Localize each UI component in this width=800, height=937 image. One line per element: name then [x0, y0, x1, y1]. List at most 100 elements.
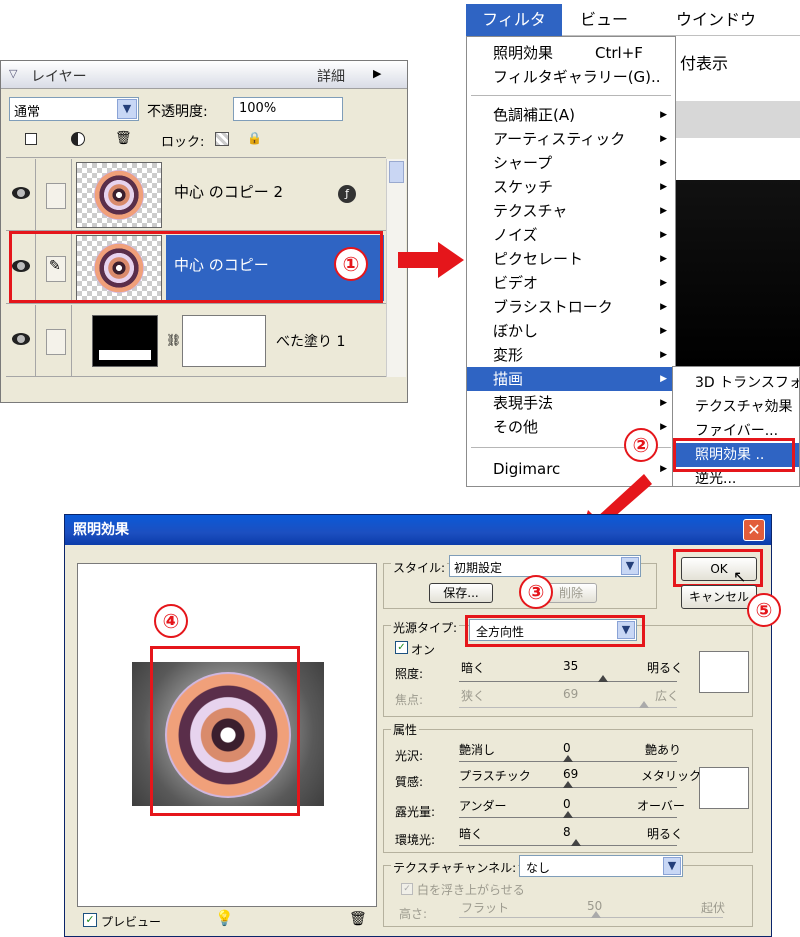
menu-item-artistic[interactable]: アーティスティック ▶	[467, 127, 675, 151]
detail-menu-label[interactable]: 詳細	[317, 66, 345, 86]
texture-channel-value: なし	[526, 861, 551, 875]
menu-filter[interactable]: フィルタ	[466, 4, 562, 36]
shortcut-text: Ctrl+F	[595, 44, 643, 62]
focus-slider-thumb[interactable]	[639, 701, 649, 708]
ambience-slider-track[interactable]	[459, 845, 677, 846]
menu-view[interactable]: ビュー	[580, 4, 628, 36]
layer-style-icon[interactable]: ƒ	[338, 185, 356, 203]
exposure-label: 露光量:	[395, 805, 436, 819]
dialog-titlebar[interactable]: 照明効果	[65, 515, 771, 545]
material-slider-thumb[interactable]	[563, 781, 573, 788]
menu-item-noise[interactable]: ノイズ ▶	[467, 223, 675, 247]
menu-item-last-filter[interactable]: 照明効果 Ctrl+F	[467, 41, 675, 65]
menu-item-stylize[interactable]: 表現手法 ▶	[467, 391, 675, 415]
highlight-lighting-effects	[673, 438, 795, 472]
panel-menu-arrow-icon[interactable]: ▶	[373, 67, 381, 80]
material-max: メタリック	[641, 769, 702, 783]
light-on-checkbox[interactable]: ✓	[395, 641, 408, 654]
submenu-arrow-icon: ▶	[660, 254, 667, 264]
texture-channel-select[interactable]: なし ▼	[519, 855, 683, 877]
opacity-input[interactable]: 100%	[233, 97, 343, 121]
menubar: フィルタ ビュー ウインドウ	[466, 0, 800, 36]
gloss-min: 艶消し	[459, 743, 496, 757]
visibility-eye-icon[interactable]	[6, 305, 36, 377]
menu-item-texture[interactable]: テクスチャ ▶	[467, 199, 675, 223]
menu-item-blur[interactable]: ぼかし ▶	[467, 319, 675, 343]
close-icon[interactable]: ✕	[743, 519, 765, 541]
submenu-arrow-icon: ▶	[660, 110, 667, 120]
submenu-arrow-icon: ▶	[660, 302, 667, 312]
chevron-down-icon[interactable]: ▼	[117, 99, 137, 119]
white-high-checkbox[interactable]: ✓	[401, 883, 413, 895]
material-value: 69	[563, 767, 579, 781]
style-select[interactable]: 初期設定 ▼	[449, 555, 641, 577]
intensity-slider-thumb[interactable]	[598, 675, 608, 682]
filter-menu: 照明効果 Ctrl+F フィルタギャラリー(G).. 色調補正(A) ▶ アーティ…	[466, 36, 676, 487]
light-on-label: オン	[411, 643, 436, 657]
menu-item-filter-gallery[interactable]: フィルタギャラリー(G)..	[467, 65, 675, 89]
layer-name[interactable]: べた塗り 1	[276, 331, 345, 351]
link-cell[interactable]	[38, 305, 72, 377]
gloss-slider-thumb[interactable]	[563, 755, 573, 762]
exposure-slider-thumb[interactable]	[563, 811, 573, 818]
mask-link-icon[interactable]: ⛓	[166, 333, 181, 347]
lightbulb-icon[interactable]: 💡	[215, 909, 234, 927]
menu-item-pixelate[interactable]: ピクセレート ▶	[467, 247, 675, 271]
lock-icon[interactable]: 🔒	[247, 131, 262, 145]
height-slider-thumb[interactable]	[591, 911, 601, 918]
adjustment-layer-icon[interactable]	[71, 132, 85, 146]
mask-thumbnail	[182, 315, 266, 367]
submenu-arrow-icon: ▶	[660, 134, 667, 144]
new-layer-icon[interactable]	[25, 133, 37, 145]
submenu-arrow-icon: ▶	[660, 206, 667, 216]
layers-panel-titlebar[interactable]: ▽ レイヤー 詳細 ▶	[1, 61, 407, 89]
properties-label: 属性	[391, 721, 420, 738]
cancel-button[interactable]: キャンセル	[681, 585, 757, 609]
layer-row-fill[interactable]: ⛓ べた塗り 1	[6, 305, 404, 377]
material-color-swatch[interactable]	[699, 767, 749, 809]
scroll-up-arrow[interactable]	[389, 161, 404, 183]
blend-mode-value: 通常	[14, 105, 41, 120]
highlight-active-layer	[9, 231, 383, 303]
intensity-label: 照度:	[395, 667, 424, 681]
chevron-down-icon[interactable]: ▼	[663, 857, 681, 875]
submenu-item-3d-transform[interactable]: 3D トランスフォ	[673, 371, 799, 395]
menu-window[interactable]: ウインドウ	[676, 4, 756, 36]
menu-item-distort[interactable]: 変形 ▶	[467, 343, 675, 367]
submenu-arrow-icon: ▶	[660, 182, 667, 192]
focus-label: 焦点:	[395, 693, 424, 707]
opacity-label: 不透明度:	[147, 104, 208, 120]
exposure-max: オーバー	[637, 799, 685, 813]
light-type-label: 光源タイプ:	[391, 619, 460, 636]
intensity-slider-track[interactable]	[459, 681, 677, 682]
menu-item-sketch[interactable]: スケッチ ▶	[467, 175, 675, 199]
submenu-arrow-icon: ▶	[660, 422, 667, 432]
collapse-icon[interactable]: ▽	[9, 67, 17, 80]
ambience-value: 8	[563, 825, 571, 839]
menu-item-adjustments[interactable]: 色調補正(A) ▶	[467, 103, 675, 127]
menu-item-sharpen[interactable]: シャープ ▶	[467, 151, 675, 175]
ambience-min: 暗く	[459, 827, 484, 841]
ambience-slider-thumb[interactable]	[571, 839, 581, 846]
trash-icon[interactable]: 🗑	[349, 911, 367, 927]
preview-checkbox[interactable]: ✓	[83, 913, 97, 927]
link-cell[interactable]	[38, 159, 72, 231]
menu-item-render[interactable]: 描画 ▶	[467, 367, 675, 391]
fill-thumbnail	[92, 315, 158, 367]
lock-label: ロック:	[161, 135, 205, 150]
visibility-eye-icon[interactable]	[6, 159, 36, 231]
lock-transparency-icon[interactable]	[215, 132, 229, 146]
blend-mode-select[interactable]: 通常 ▼	[9, 97, 139, 121]
layer-row-copy2[interactable]: 中心 のコピー 2 ƒ	[6, 159, 404, 231]
menu-item-video[interactable]: ビデオ ▶	[467, 271, 675, 295]
light-color-swatch[interactable]	[699, 651, 749, 693]
height-min: フラット	[461, 901, 510, 915]
exposure-min: アンダー	[459, 799, 507, 813]
menu-item-brush-strokes[interactable]: ブラシストローク ▶	[467, 295, 675, 319]
highlight-light-type	[465, 615, 645, 647]
save-button[interactable]: 保存...	[429, 583, 493, 603]
submenu-item-texture-fill[interactable]: テクスチャ効果	[673, 395, 799, 419]
trash-icon[interactable]: 🗑	[115, 131, 132, 146]
exposure-value: 0	[563, 797, 571, 811]
chevron-down-icon[interactable]: ▼	[621, 557, 639, 575]
